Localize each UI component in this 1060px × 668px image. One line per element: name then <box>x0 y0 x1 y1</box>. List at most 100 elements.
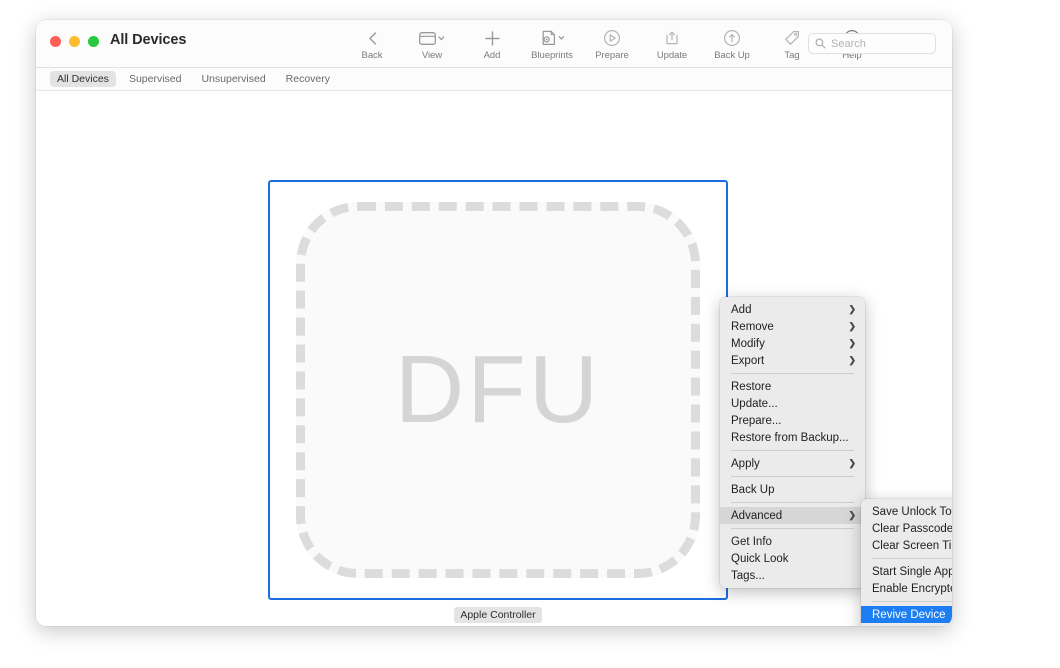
menu-separator <box>731 502 854 503</box>
menu-item-tags[interactable]: Tags... <box>720 567 865 584</box>
menu-item-prepare[interactable]: Prepare... <box>720 412 865 429</box>
window-title: All Devices <box>110 32 187 48</box>
device-tile[interactable]: DFU <box>268 180 728 600</box>
toolbar-button-back[interactable]: Back <box>342 24 402 61</box>
box-up-arrow-icon <box>663 27 681 49</box>
minimize-button[interactable] <box>69 36 80 47</box>
zoom-button[interactable] <box>88 36 99 47</box>
toolbar-label: View <box>421 50 443 61</box>
toolbar-label: Prepare <box>595 50 629 61</box>
menu-separator <box>731 528 854 529</box>
filter-tab-unsupervised[interactable]: Unsupervised <box>194 71 272 87</box>
menu-item-update[interactable]: Update... <box>720 395 865 412</box>
toolbar-label: Back Up <box>714 50 750 61</box>
menu-item-remove[interactable]: Remove ❯ <box>720 318 865 335</box>
menu-item-label: Prepare... <box>731 414 782 427</box>
toolbar-button-backup[interactable]: Back Up <box>702 24 762 61</box>
toolbar-label: Update <box>656 50 688 61</box>
menu-item-label: Revive Device <box>872 608 946 621</box>
window-icon <box>419 27 445 49</box>
menu-item-label: Apply <box>731 457 760 470</box>
search-icon <box>815 38 826 49</box>
submenu-item-start-single-app-mode[interactable]: Start Single App Mode... <box>861 563 952 580</box>
toolbar-button-prepare[interactable]: Prepare <box>582 24 642 61</box>
chevron-right-icon: ❯ <box>848 321 856 331</box>
toolbar-label: Blueprints <box>531 50 573 61</box>
traffic-lights <box>50 36 99 47</box>
menu-item-get-info[interactable]: Get Info <box>720 533 865 550</box>
toolbar-label: Tag <box>784 50 800 61</box>
submenu-item-enable-encrypted-backups[interactable]: Enable Encrypted Backups... <box>861 580 952 597</box>
submenu-item-clear-passcode[interactable]: Clear Passcode <box>861 520 952 537</box>
menu-item-label: Enable Encrypted Backups... <box>872 582 952 595</box>
device-outline: DFU <box>296 202 700 578</box>
filter-tab-all-devices[interactable]: All Devices <box>50 71 116 87</box>
menu-item-label: Save Unlock Token <box>872 505 952 518</box>
chevron-right-icon: ❯ <box>848 355 856 365</box>
chevron-right-icon: ❯ <box>848 510 856 520</box>
menu-item-label: Clear Passcode <box>872 522 952 535</box>
advanced-submenu: Save Unlock Token Clear Passcode Clear S… <box>861 499 952 626</box>
toolbar: Back View Add Blueprints Prepare Update … <box>342 24 882 61</box>
menu-item-label: Erase All Content and Settings <box>872 626 952 627</box>
menu-item-quick-look[interactable]: Quick Look <box>720 550 865 567</box>
filter-tab-supervised[interactable]: Supervised <box>122 71 189 87</box>
chevron-left-icon <box>366 27 379 49</box>
search-input[interactable] <box>831 37 929 50</box>
menu-item-label: Add <box>731 303 752 316</box>
device-name-label: Apple Controller <box>268 605 728 623</box>
chevron-right-icon: ❯ <box>848 338 856 348</box>
menu-item-back-up[interactable]: Back Up <box>720 481 865 498</box>
toolbar-button-view[interactable]: View <box>402 24 462 61</box>
plus-icon <box>484 27 501 49</box>
menu-item-label: Remove <box>731 320 774 333</box>
menu-item-modify[interactable]: Modify ❯ <box>720 335 865 352</box>
menu-item-label: Get Info <box>731 535 772 548</box>
menu-separator <box>731 450 854 451</box>
device-canvas: DFU Apple Controller Add ❯ Remove ❯ Modi… <box>36 91 952 626</box>
submenu-item-clear-screen-time-passcode[interactable]: Clear Screen Time Passcode <box>861 537 952 554</box>
submenu-item-erase-all-content-and-settings[interactable]: Erase All Content and Settings <box>861 623 952 627</box>
tag-icon <box>783 27 802 49</box>
menu-item-label: Quick Look <box>731 552 789 565</box>
toolbar-label: Add <box>483 50 501 61</box>
menu-item-restore-from-backup[interactable]: Restore from Backup... <box>720 429 865 446</box>
menu-item-apply[interactable]: Apply ❯ <box>720 455 865 472</box>
menu-item-restore[interactable]: Restore <box>720 378 865 395</box>
close-button[interactable] <box>50 36 61 47</box>
play-circle-icon <box>603 27 621 49</box>
menu-separator <box>731 373 854 374</box>
menu-item-label: Modify <box>731 337 765 350</box>
submenu-item-revive-device[interactable]: Revive Device <box>861 606 952 623</box>
menu-item-add[interactable]: Add ❯ <box>720 301 865 318</box>
submenu-item-save-unlock-token[interactable]: Save Unlock Token <box>861 503 952 520</box>
toolbar-label: Back <box>361 50 383 61</box>
menu-item-label: Start Single App Mode... <box>872 565 952 578</box>
chevron-right-icon: ❯ <box>848 458 856 468</box>
titlebar: All Devices Back View Add Blueprints Pre… <box>36 20 952 68</box>
filter-tab-bar: All Devices Supervised Unsupervised Reco… <box>36 68 952 91</box>
menu-item-label: Clear Screen Time Passcode <box>872 539 952 552</box>
toolbar-button-update[interactable]: Update <box>642 24 702 61</box>
chevron-right-icon: ❯ <box>848 304 856 314</box>
toolbar-button-blueprints[interactable]: Blueprints <box>522 24 582 61</box>
menu-item-label: Advanced <box>731 509 783 522</box>
toolbar-button-add[interactable]: Add <box>462 24 522 61</box>
blueprint-document-icon <box>538 27 566 49</box>
menu-item-label: Export <box>731 354 765 367</box>
device-state-text: DFU <box>394 336 602 443</box>
search-field[interactable] <box>808 33 936 54</box>
menu-item-label: Tags... <box>731 569 765 582</box>
filter-tab-recovery[interactable]: Recovery <box>279 71 337 87</box>
menu-item-export[interactable]: Export ❯ <box>720 352 865 369</box>
menu-separator <box>872 601 952 602</box>
menu-item-advanced[interactable]: Advanced ❯ <box>720 507 865 524</box>
context-menu: Add ❯ Remove ❯ Modify ❯ Export ❯ Restore… <box>720 297 865 588</box>
device-name-text: Apple Controller <box>454 607 542 623</box>
app-window: All Devices Back View Add Blueprints Pre… <box>36 20 952 626</box>
menu-item-label: Restore <box>731 380 772 393</box>
menu-item-label: Update... <box>731 397 778 410</box>
menu-item-label: Back Up <box>731 483 775 496</box>
menu-separator <box>872 558 952 559</box>
menu-separator <box>731 476 854 477</box>
